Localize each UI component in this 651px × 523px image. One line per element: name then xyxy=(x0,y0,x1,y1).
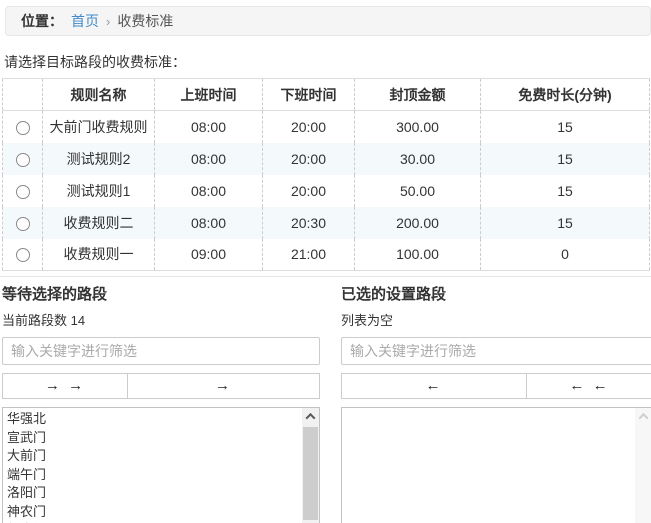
radio-cell xyxy=(3,207,43,239)
waiting-roads-listbox: 华强北宣武门大前门端午门洛阳门神农门新农门 xyxy=(2,407,320,523)
free-minutes: 15 xyxy=(481,111,650,143)
move-left-buttons: ← ← ← xyxy=(341,373,651,399)
waiting-filter-input[interactable] xyxy=(2,337,320,365)
table-row: 测试规则108:0020:0050.0015 xyxy=(3,175,650,207)
end-time: 20:00 xyxy=(263,175,355,207)
table-caption: 请选择目标路段的收费标准： xyxy=(4,52,651,72)
waiting-roads-panel: 等待选择的路段 当前路段数 14 → → → 华强北宣武门大前门端午门洛阳门神农… xyxy=(2,283,320,523)
rule-radio[interactable] xyxy=(16,153,30,167)
column-header: 下班时间 xyxy=(263,79,355,111)
breadcrumb-current: 收费标准 xyxy=(117,11,173,31)
section-divider xyxy=(0,276,651,277)
road-list-item[interactable]: 端午门 xyxy=(3,466,302,485)
selected-roads-list-items xyxy=(342,408,635,410)
end-time: 20:00 xyxy=(263,143,355,175)
table-row: 测试规则208:0020:0030.0015 xyxy=(3,143,650,175)
radio-cell xyxy=(3,111,43,143)
rule-name: 收费规则二 xyxy=(43,207,155,239)
end-time: 21:00 xyxy=(263,239,355,271)
rule-radio[interactable] xyxy=(16,121,30,135)
selected-list-scrollbar[interactable] xyxy=(635,408,651,523)
free-minutes: 0 xyxy=(481,239,650,271)
road-list-item[interactable]: 大前门 xyxy=(3,447,302,466)
road-list-item[interactable]: 神农门 xyxy=(3,503,302,522)
table-row: 收费规则二08:0020:30200.0015 xyxy=(3,207,650,239)
end-time: 20:00 xyxy=(263,111,355,143)
cap-amount: 50.00 xyxy=(355,175,481,207)
breadcrumb: 位置： 首页 › 收费标准 xyxy=(5,6,651,36)
selected-roads-listbox xyxy=(341,407,651,523)
waiting-roads-list-items: 华强北宣武门大前门端午门洛阳门神农门新农门 xyxy=(3,408,302,523)
road-list-item[interactable]: 洛阳门 xyxy=(3,484,302,503)
selected-roads-empty-text: 列表为空 xyxy=(341,310,651,329)
move-left-button[interactable]: ← xyxy=(341,373,527,399)
free-minutes: 15 xyxy=(481,175,650,207)
waiting-roads-count: 当前路段数 14 xyxy=(2,310,320,329)
radio-column-header xyxy=(3,79,43,111)
column-header: 封顶金额 xyxy=(355,79,481,111)
rule-name: 测试规则1 xyxy=(43,175,155,207)
radio-cell xyxy=(3,239,43,271)
cap-amount: 100.00 xyxy=(355,239,481,271)
waiting-roads-title: 等待选择的路段 xyxy=(2,283,320,304)
cap-amount: 200.00 xyxy=(355,207,481,239)
scroll-up-arrow-icon[interactable] xyxy=(302,408,319,425)
road-list-item[interactable]: 华强北 xyxy=(3,410,302,429)
move-all-left-button[interactable]: ← ← xyxy=(527,373,651,399)
start-time: 09:00 xyxy=(155,239,263,271)
column-header: 规则名称 xyxy=(43,79,155,111)
start-time: 08:00 xyxy=(155,207,263,239)
rule-radio[interactable] xyxy=(16,248,30,262)
selected-roads-panel: 已选的设置路段 列表为空 ← ← ← xyxy=(341,283,651,523)
column-header: 免费时长(分钟) xyxy=(481,79,650,111)
scroll-up-arrow-icon-disabled xyxy=(635,408,651,425)
road-transfer-panels: 等待选择的路段 当前路段数 14 → → → 华强北宣武门大前门端午门洛阳门神农… xyxy=(2,283,651,523)
radio-cell xyxy=(3,143,43,175)
rule-name: 大前门收费规则 xyxy=(43,111,155,143)
charging-rules-table: 规则名称上班时间下班时间封顶金额免费时长(分钟) 大前门收费规则08:0020:… xyxy=(2,78,650,271)
start-time: 08:00 xyxy=(155,175,263,207)
rule-name: 测试规则2 xyxy=(43,143,155,175)
cap-amount: 30.00 xyxy=(355,143,481,175)
table-row: 收费规则一09:0021:00100.000 xyxy=(3,239,650,271)
move-right-button[interactable]: → xyxy=(128,373,320,399)
start-time: 08:00 xyxy=(155,111,263,143)
move-all-right-button[interactable]: → → xyxy=(2,373,128,399)
table-row: 大前门收费规则08:0020:00300.0015 xyxy=(3,111,650,143)
rules-table-header-row: 规则名称上班时间下班时间封顶金额免费时长(分钟) xyxy=(3,79,650,111)
free-minutes: 15 xyxy=(481,143,650,175)
end-time: 20:30 xyxy=(263,207,355,239)
rule-radio[interactable] xyxy=(16,185,30,199)
rule-name: 收费规则一 xyxy=(43,239,155,271)
breadcrumb-home-link[interactable]: 首页 xyxy=(71,11,99,31)
rules-table-body: 大前门收费规则08:0020:00300.0015测试规则208:0020:00… xyxy=(3,111,650,271)
column-header: 上班时间 xyxy=(155,79,263,111)
start-time: 08:00 xyxy=(155,143,263,175)
cap-amount: 300.00 xyxy=(355,111,481,143)
rule-radio[interactable] xyxy=(16,217,30,231)
waiting-list-scrollbar[interactable] xyxy=(302,408,319,523)
move-right-buttons: → → → xyxy=(2,373,320,399)
breadcrumb-separator: › xyxy=(106,14,110,29)
road-list-item[interactable]: 宣武门 xyxy=(3,429,302,448)
breadcrumb-label: 位置： xyxy=(21,11,63,31)
scrollbar-thumb[interactable] xyxy=(303,427,318,520)
radio-cell xyxy=(3,175,43,207)
selected-filter-input[interactable] xyxy=(341,337,651,365)
selected-roads-title: 已选的设置路段 xyxy=(341,283,651,304)
free-minutes: 15 xyxy=(481,207,650,239)
